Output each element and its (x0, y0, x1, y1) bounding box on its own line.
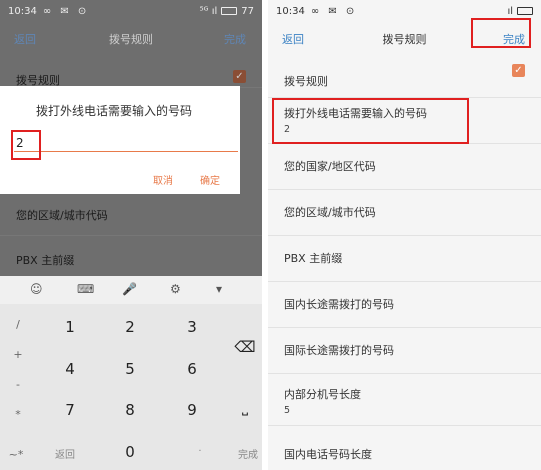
status-bar: 10:34 ∞ ✉ ⊙ ⁵ᴳ ıl 77 (0, 0, 262, 22)
list-item-dial-rules[interactable]: 拨号规则 ✓ (0, 66, 262, 88)
ok-button[interactable]: 确定 (200, 172, 220, 187)
signal-icon: ıl (507, 5, 513, 17)
status-icons: ∞ ✉ ⊙ (42, 5, 90, 17)
list-item-pbx-prefix[interactable]: PBX 主前缀 (0, 240, 262, 274)
left-phone-screen: 10:34 ∞ ✉ ⊙ ⁵ᴳ ıl 77 返回 拨号规则 完成 拨号规则 ✓ 您… (0, 0, 262, 470)
key-6[interactable]: 6 (177, 360, 207, 378)
row-title: 内部分机号长度 (284, 388, 361, 401)
list-item-extension-length[interactable]: 内部分机号长度 5 (268, 374, 541, 426)
keyboard-icon[interactable]: ⌨ (77, 282, 94, 296)
dialog-title: 拨打外线电话需要输入的号码 (36, 104, 193, 118)
list-item-pbx-prefix[interactable]: PBX 主前缀 (268, 236, 541, 282)
row-title: 您的区域/城市代码 (284, 206, 376, 219)
checkbox-checked-icon[interactable]: ✓ (512, 64, 525, 77)
right-phone-screen: 10:34 ∞ ✉ ⊙ ıl 返回 拨号规则 完成 拨号规则 ✓ 拨打外线电话需… (268, 0, 541, 470)
done-button[interactable]: 完成 (224, 31, 246, 47)
list-item-area-code[interactable]: 您的区域/城市代码 (268, 190, 541, 236)
key-9[interactable]: 9 (177, 401, 207, 419)
status-icons: ∞ ✉ ⊙ (310, 5, 358, 17)
key-dot[interactable]: · (185, 446, 215, 457)
list-item-area-code[interactable]: 您的区域/城市代码 (0, 196, 262, 236)
key-2[interactable]: 2 (115, 318, 145, 336)
row-title: 拨号规则 (284, 75, 328, 88)
highlight-box-done (471, 18, 531, 48)
key-plus[interactable]: + (8, 348, 28, 361)
key-7[interactable]: 7 (55, 401, 85, 419)
key-5[interactable]: 5 (115, 360, 145, 378)
signal-icon: ⁵ᴳ ıl (199, 5, 218, 17)
highlight-box-input (11, 130, 41, 160)
row-title: 国际长途需拨打的号码 (284, 344, 394, 357)
row-title: 您的国家/地区代码 (284, 160, 376, 173)
settings-icon[interactable]: ⚙ (170, 282, 181, 296)
key-minus[interactable]: - (8, 378, 28, 391)
row-title: 拨号规则 (16, 74, 60, 87)
row-title: PBX 主前缀 (284, 252, 343, 265)
list-item-domestic-long-distance[interactable]: 国内长途需拨打的号码 (268, 282, 541, 328)
key-4[interactable]: 4 (55, 360, 85, 378)
status-time: 10:34 (276, 5, 305, 17)
key-done[interactable]: 完成 (233, 446, 262, 461)
row-title: 您的区域/城市代码 (16, 209, 108, 222)
highlight-box-row (272, 98, 469, 144)
numeric-keyboard: ☺ ⌨ 🎤 ⚙ ▾ / + - * ~* 1 2 3 4 5 6 7 8 9 返… (0, 276, 262, 470)
delete-icon[interactable]: ⌫ (230, 338, 260, 356)
key-asterisk[interactable]: * (8, 408, 28, 421)
row-title: PBX 主前缀 (16, 254, 75, 267)
emoji-icon[interactable]: ☺ (30, 282, 43, 296)
battery-icon (517, 7, 533, 15)
key-0[interactable]: 0 (115, 443, 145, 461)
key-slash[interactable]: / (8, 318, 28, 331)
key-8[interactable]: 8 (115, 401, 145, 419)
collapse-icon[interactable]: ▾ (216, 282, 222, 296)
page-title: 拨号规则 (109, 33, 153, 46)
row-title: 国内长途需拨打的号码 (284, 298, 394, 311)
cancel-button[interactable]: 取消 (153, 172, 173, 187)
battery-level: 77 (241, 5, 254, 17)
checkbox-checked-icon[interactable]: ✓ (233, 70, 246, 83)
title-bar: 返回 拨号规则 完成 (0, 22, 262, 56)
key-1[interactable]: 1 (55, 318, 85, 336)
number-input[interactable]: 2 (14, 136, 238, 152)
battery-icon (221, 7, 238, 15)
status-time: 10:34 (8, 5, 37, 17)
microphone-icon[interactable]: 🎤 (122, 282, 137, 296)
list-item-domestic-number-length[interactable]: 国内电话号码长度 (268, 426, 541, 470)
keyboard-toolbar: ☺ ⌨ 🎤 ⚙ ▾ (0, 276, 262, 304)
row-value: 5 (284, 405, 291, 416)
key-back[interactable]: 返回 (50, 446, 80, 461)
row-title: 国内电话号码长度 (284, 448, 372, 461)
space-key-icon[interactable]: ⎵ (230, 398, 260, 416)
list-item-dial-rules[interactable]: 拨号规则 ✓ (268, 60, 541, 98)
list-item-country-code[interactable]: 您的国家/地区代码 (268, 144, 541, 190)
list-item-international-long-distance[interactable]: 国际长途需拨打的号码 (268, 328, 541, 374)
key-tilde[interactable]: ~* (6, 448, 26, 461)
key-3[interactable]: 3 (177, 318, 207, 336)
